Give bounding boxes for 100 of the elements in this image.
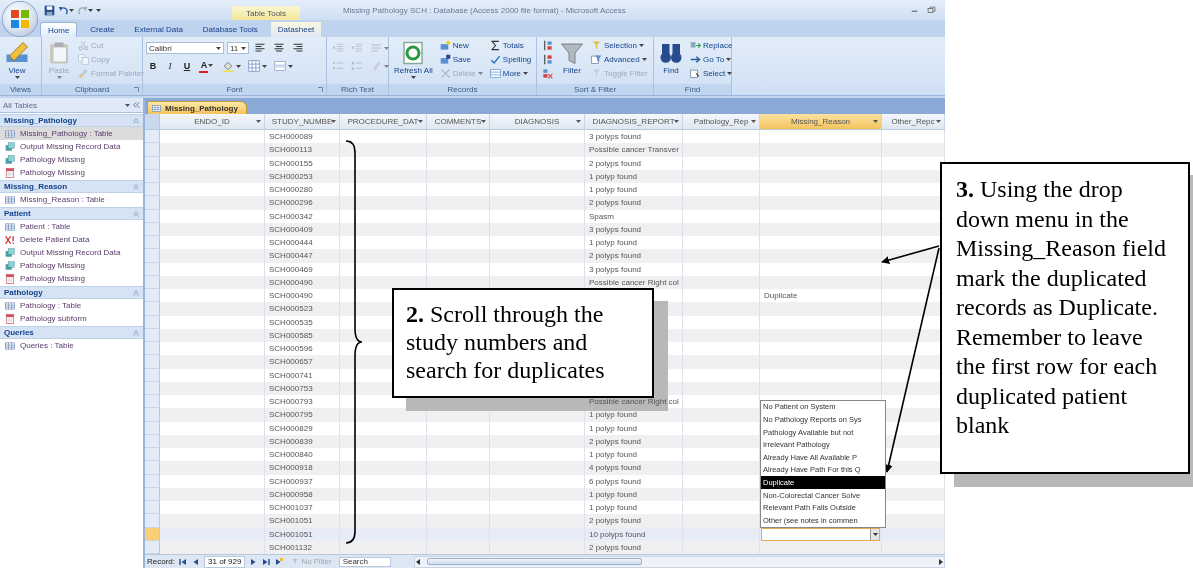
row-selector[interactable] [145,355,160,369]
row-selector[interactable] [145,461,160,475]
dialog-launcher-button[interactable] [134,87,139,92]
row-selector[interactable] [145,342,160,356]
italic-button[interactable]: I [163,59,177,73]
group-label: Clipboard [74,85,110,94]
nav-item[interactable]: Pathology subform [0,312,143,325]
row-selector[interactable] [145,408,160,422]
font-size-field[interactable]: 11 [227,42,249,54]
quick-access-button[interactable] [58,4,74,16]
row-selector[interactable] [145,130,160,144]
undo-icon [58,4,69,16]
column-header[interactable]: DIAGNOSIS_REPORT [585,114,683,129]
last-record-button[interactable] [261,557,272,566]
caret-icon [236,64,241,68]
ribbon-button[interactable]: Save [437,53,485,66]
ribbon-button[interactable]: Advanced [589,53,650,66]
ribbon-button[interactable]: Select [688,67,735,80]
ribbon-button[interactable]: Spelling [487,53,534,66]
nav-group-header[interactable]: Queries [0,326,143,339]
nav-group-header[interactable]: Missing_Pathology [0,114,143,127]
ribbon-button[interactable]: Find [657,39,685,77]
scrollbar-thumb[interactable] [426,557,642,565]
quick-access-button[interactable] [44,4,55,16]
row-selector[interactable] [145,448,160,462]
quick-access-menu-button[interactable] [96,8,101,12]
row-selector[interactable] [145,249,160,263]
collapse-icon [133,289,139,296]
nav-item[interactable]: Pathology Missing [0,166,143,179]
caret-icon [576,120,581,123]
column-header[interactable]: ENDO_ID [160,114,265,129]
row-selector[interactable] [145,143,160,157]
ribbon-tab[interactable]: Database Tools [195,22,265,37]
ribbon-button[interactable]: View [3,39,31,81]
row-selector[interactable] [145,236,160,250]
nav-item[interactable]: Pathology : Table [0,299,143,312]
ribbon-button[interactable]: Filter [558,39,586,77]
nav-group-header[interactable]: Patient [0,207,143,220]
previous-record-button[interactable] [191,557,201,566]
collapse-pane-button[interactable] [133,102,140,108]
quick-access-button[interactable] [77,4,93,16]
ribbon-tab[interactable]: Home [40,22,78,37]
select-all-button[interactable] [145,114,160,129]
nav-item[interactable]: Output Missing Record Data [0,140,143,153]
search-field[interactable]: Search [338,556,391,567]
nav-item[interactable]: Pathology Missing [0,272,143,285]
ribbon-button[interactable]: Go To [688,53,735,66]
column-header[interactable]: STUDY_NUMBE [265,114,340,129]
column-header[interactable]: COMMENTS [427,114,490,129]
dropdown-button[interactable] [870,528,879,540]
font-color-button[interactable]: A [197,59,217,73]
font-name-field[interactable]: Calibri [146,42,224,54]
row-selector[interactable] [145,514,160,528]
nav-group-header[interactable]: Missing_Reason [0,180,143,193]
row-selector[interactable] [145,302,160,316]
row-selector[interactable] [145,501,160,515]
nav-group-header[interactable]: Pathology [0,286,143,299]
new-record-button[interactable] [274,557,285,566]
ribbon-tab[interactable]: Create [83,22,122,37]
record-number-field[interactable]: 31 of 929 [204,555,246,568]
bullet-list-icon [332,60,344,72]
dialog-launcher-button[interactable] [318,87,323,92]
indent-icon [351,42,363,54]
horizontal-scrollbar[interactable] [413,555,945,568]
restore-button[interactable] [926,4,937,16]
row-selector[interactable] [145,196,160,210]
row-selector[interactable] [145,183,160,197]
ribbon-button[interactable]: Refresh All [392,39,435,81]
row-selector[interactable] [145,395,160,409]
bold-button[interactable]: B [146,59,160,73]
ribbon-button[interactable]: More [487,67,534,80]
ribbon-button[interactable]: Replace [688,39,735,52]
nav-item[interactable]: Missing_Reason : Table [0,193,143,206]
ribbon-button[interactable]: Totals [487,39,534,52]
table-cell: Possible cancer Transver [585,143,683,157]
nav-item[interactable]: Missing_Pathology : Table [0,127,143,140]
table-cell: SCH000918 [265,461,340,475]
previous-record-icon [192,557,200,566]
scroll-right-button[interactable] [937,558,944,565]
pane-menu-button[interactable] [125,103,130,107]
ribbon-button[interactable]: New [437,39,485,52]
column-header[interactable]: Missing_Reason [760,114,882,129]
column-header[interactable]: Other_Repc [882,114,945,129]
nav-item[interactable]: Patient : Table [0,220,143,233]
nav-item[interactable]: Pathology Missing [0,153,143,166]
column-header[interactable]: PROCEDURE_DAT [340,114,427,129]
scroll-left-button[interactable] [414,558,422,565]
nav-item[interactable]: Delete Patient Data [0,233,143,246]
ribbon-tab[interactable]: Datasheet [270,22,322,37]
caret-icon [384,64,389,68]
document-tab[interactable]: Missing_Pathology [147,101,247,114]
row-selector[interactable] [145,289,160,303]
first-record-button[interactable] [178,557,188,566]
ribbon-tab[interactable]: External Data [127,22,190,37]
nav-item[interactable]: Output Missing Record Data [0,246,143,259]
nav-item[interactable]: Pathology Missing [0,259,143,272]
column-header[interactable]: DIAGNOSIS [490,114,585,129]
underline-button[interactable]: U [180,59,194,73]
ribbon-button[interactable]: Selection [589,39,650,52]
nav-item[interactable]: Queries : Table [0,339,143,352]
